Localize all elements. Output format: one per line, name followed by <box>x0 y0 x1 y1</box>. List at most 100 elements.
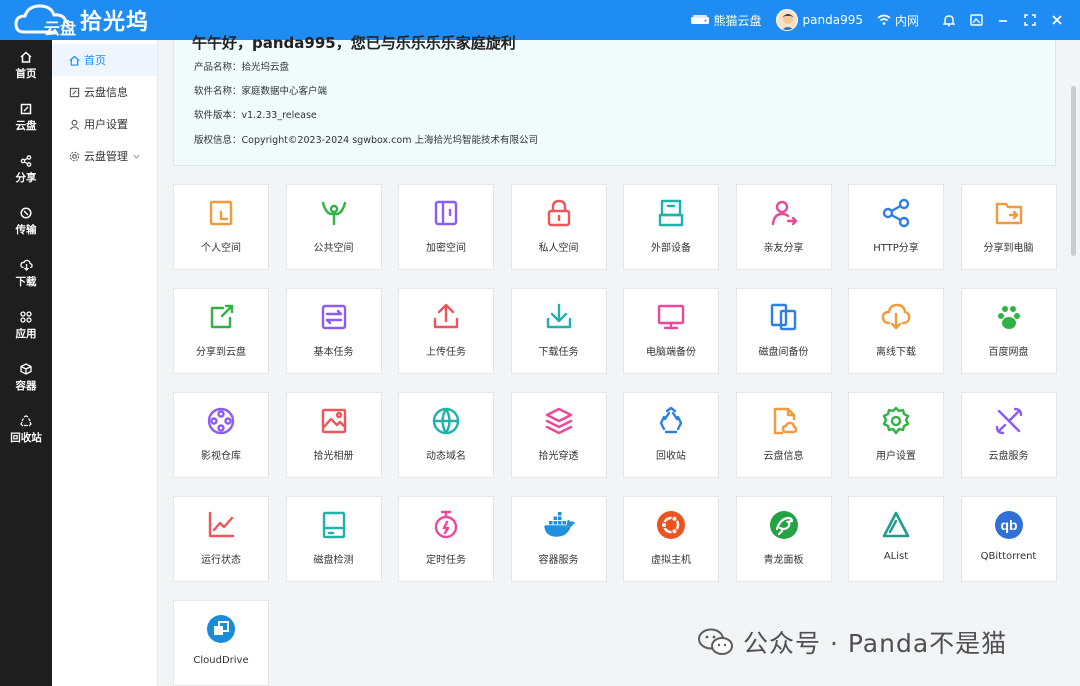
info-label: 版权信息： <box>194 135 242 146</box>
sidebar-item-disk-manage[interactable]: 云盘管理 <box>52 140 157 172</box>
rail-label: 应用 <box>15 328 37 340</box>
rail-item-disk[interactable]: 云盘 <box>0 92 52 144</box>
pc-backup-icon <box>655 301 687 333</box>
logo-cloud-text: 云盘 <box>44 19 77 38</box>
app-tile[interactable]: 百度网盘 <box>960 288 1057 374</box>
container-icon <box>20 363 32 375</box>
app-tile-label: 用户设置 <box>876 451 916 462</box>
app-tile[interactable]: 运行状态 <box>173 496 269 582</box>
app-tile[interactable]: 磁盘检测 <box>285 496 382 582</box>
app-tile[interactable]: 基本任务 <box>285 288 382 374</box>
info-row-product: 产品名称：拾光坞云盘 <box>194 59 289 73</box>
app-tile[interactable]: 云盘服务 <box>960 392 1057 478</box>
rail-item-share[interactable]: 分享 <box>0 144 52 196</box>
clouddrive-icon <box>205 613 237 645</box>
sidebar-item-user-settings[interactable]: 用户设置 <box>52 108 157 140</box>
timer-task-icon <box>430 509 462 541</box>
app-tile[interactable]: 亲友分享 <box>735 184 832 270</box>
http-share-icon <box>880 197 912 229</box>
notification-button[interactable] <box>938 0 960 40</box>
app-tile[interactable]: 私人空间 <box>510 184 607 270</box>
storage-selector[interactable]: 熊猫云盘 <box>690 12 762 29</box>
app-tile[interactable]: 用户设置 <box>848 392 944 478</box>
disk-check-icon <box>318 509 350 541</box>
rail-item-recycle[interactable]: 回收站 <box>0 404 52 456</box>
sidebar-item-disk-info[interactable]: 云盘信息 <box>52 76 157 108</box>
app-tile[interactable]: 分享到电脑 <box>960 184 1057 270</box>
app-tile[interactable]: CloudDrive <box>173 600 269 686</box>
app-tile[interactable]: 拾光相册 <box>285 392 382 478</box>
app-tile-label: 离线下载 <box>876 347 916 358</box>
app-tile[interactable]: 动态域名 <box>398 392 494 478</box>
docker-icon <box>543 509 575 541</box>
recycle-bin-icon <box>655 405 687 437</box>
app-tile[interactable]: 虚拟主机 <box>623 496 719 582</box>
upload-task-icon <box>430 301 462 333</box>
app-tile[interactable]: 外部设备 <box>623 184 719 270</box>
svg-text:qb: qb <box>1000 517 1017 533</box>
baidu-pan-icon <box>993 301 1025 333</box>
info-label: 软件版本： <box>194 110 242 121</box>
app-tile[interactable]: 青龙面板 <box>735 496 832 582</box>
basic-task-icon <box>318 301 350 333</box>
info-row-software: 软件名称：家庭数据中心客户端 <box>194 83 327 97</box>
rail-item-download[interactable]: 下载 <box>0 248 52 300</box>
sidebar-item-home[interactable]: 首页 <box>52 44 157 76</box>
app-tile[interactable]: 拾光穿透 <box>510 392 607 478</box>
rail-label: 容器 <box>15 380 37 392</box>
app-tile[interactable]: AList <box>848 496 944 582</box>
home-icon <box>69 55 80 66</box>
rail-item-apps[interactable]: 应用 <box>0 300 52 352</box>
rail-item-home[interactable]: 首页 <box>0 40 52 92</box>
app-tile[interactable]: 云盘信息 <box>735 392 832 478</box>
app-tile[interactable]: 影视仓库 <box>173 392 269 478</box>
app-tile[interactable]: 分享到云盘 <box>173 288 269 374</box>
disk-icon <box>20 103 32 115</box>
app-tile[interactable]: 公共空间 <box>285 184 382 270</box>
rail-item-container[interactable]: 容器 <box>0 352 52 404</box>
app-tile-label: 影视仓库 <box>201 451 241 462</box>
app-tile[interactable]: qb QBittorrent <box>960 496 1057 582</box>
public-space-icon <box>318 197 350 229</box>
app-tile[interactable]: 上传任务 <box>398 288 494 374</box>
disk-info-icon <box>69 87 80 97</box>
chevron-down-icon <box>133 154 140 159</box>
top-bar: 云盘 拾光坞 熊猫云盘 panda995 内网 <box>0 0 1080 40</box>
sidebar-item-label: 用户设置 <box>84 118 128 131</box>
info-value: Copyright©2023-2024 sgwbox.com 上海拾光坞智能技术… <box>241 135 538 146</box>
scrollbar[interactable] <box>1071 86 1076 256</box>
rail-label: 首页 <box>15 68 37 80</box>
rail-label: 传输 <box>15 224 37 236</box>
app-tile[interactable]: 加密空间 <box>398 184 494 270</box>
minimize-button[interactable] <box>992 0 1014 40</box>
app-tile[interactable]: 定时任务 <box>398 496 494 582</box>
user-menu[interactable]: panda995 <box>775 9 863 31</box>
app-tile[interactable]: 磁盘间备份 <box>735 288 832 374</box>
user-icon <box>69 119 80 130</box>
app-tile[interactable]: 回收站 <box>623 392 719 478</box>
info-value: 家庭数据中心客户端 <box>241 86 328 97</box>
download-task-icon <box>543 301 575 333</box>
app-tile-label: 私人空间 <box>538 243 579 254</box>
app-tile[interactable]: 下载任务 <box>510 288 607 374</box>
app-tile-label: 运行状态 <box>201 555 241 566</box>
info-value: v1.2.33_release <box>241 110 317 121</box>
app-tile[interactable]: 个人空间 <box>173 184 269 270</box>
info-row-copyright: 版权信息：Copyright©2023-2024 sgwbox.com 上海拾光… <box>194 132 538 146</box>
network-status[interactable]: 内网 <box>877 12 919 29</box>
username: panda995 <box>802 13 863 27</box>
close-icon <box>1052 15 1062 25</box>
rail-item-transfer[interactable]: 传输 <box>0 196 52 248</box>
offline-download-icon <box>880 301 912 333</box>
video-library-icon <box>205 405 237 437</box>
app-tile[interactable]: HTTP分享 <box>848 184 944 270</box>
app-tile[interactable]: 电脑端备份 <box>623 288 719 374</box>
fullscreen-button[interactable] <box>1019 0 1041 40</box>
app-tile-label: 青龙面板 <box>763 555 804 566</box>
screenshot-button[interactable] <box>965 0 987 40</box>
app-tile[interactable]: 容器服务 <box>510 496 607 582</box>
close-button[interactable] <box>1046 0 1068 40</box>
rail-label: 分享 <box>15 172 37 184</box>
rail-label: 回收站 <box>10 432 42 444</box>
app-tile[interactable]: 离线下载 <box>848 288 944 374</box>
